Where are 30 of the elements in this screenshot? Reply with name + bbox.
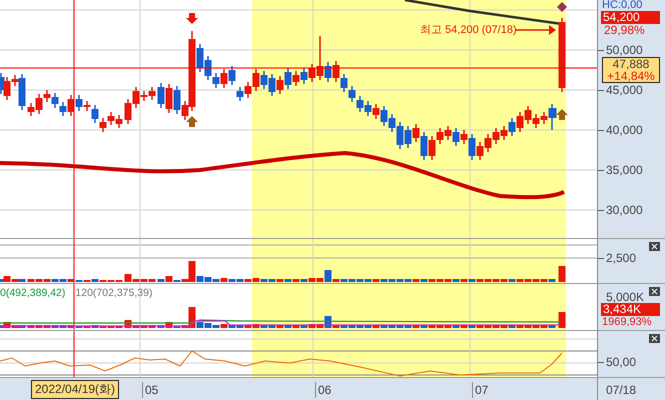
diamond-icon	[557, 2, 567, 12]
volume-axis-label: 2,500	[606, 252, 636, 264]
price-axis-label: 35,000	[606, 164, 643, 176]
indicator-legend: 0(492,389,42)	[0, 287, 66, 299]
cursor-date-tag: 2022/04/19(화)	[31, 380, 120, 399]
price-axis-label: 30,000	[606, 204, 643, 216]
high-price-tag: 54,200	[601, 11, 660, 24]
current-price-tag: 47,888 +14,84%	[602, 57, 660, 83]
annotation-arrow	[516, 25, 556, 35]
high-price-annotation: 최고 54,200 (07/18)	[420, 23, 517, 37]
oscillator-axis-label: 50,00	[606, 356, 636, 368]
high-change-percent: 29,98%	[604, 24, 645, 37]
month-label: 06	[315, 382, 332, 398]
price-axis-label: 50,000	[606, 44, 643, 56]
indicator-axis-label: 5,000K	[606, 291, 644, 303]
indicator-legend: 120(702,375,39)	[75, 287, 152, 299]
axis-header: HC:0,00	[602, 0, 642, 11]
up-arrow-icon	[186, 116, 198, 127]
price-axis-label: 45,000	[606, 84, 643, 96]
price-axis-label: 40,000	[606, 124, 643, 136]
indicator-value-tag: 3,434K	[601, 303, 660, 316]
month-label: 07	[472, 382, 488, 398]
indicator-percent: 1969,93%	[602, 316, 652, 328]
down-arrow-icon	[186, 13, 198, 24]
month-label: 05	[142, 382, 158, 398]
close-icon[interactable]	[649, 334, 660, 343]
up-arrow-icon	[556, 109, 568, 120]
close-icon[interactable]	[649, 287, 660, 296]
last-date-label: 07/18	[606, 383, 636, 397]
close-icon[interactable]	[649, 242, 660, 251]
